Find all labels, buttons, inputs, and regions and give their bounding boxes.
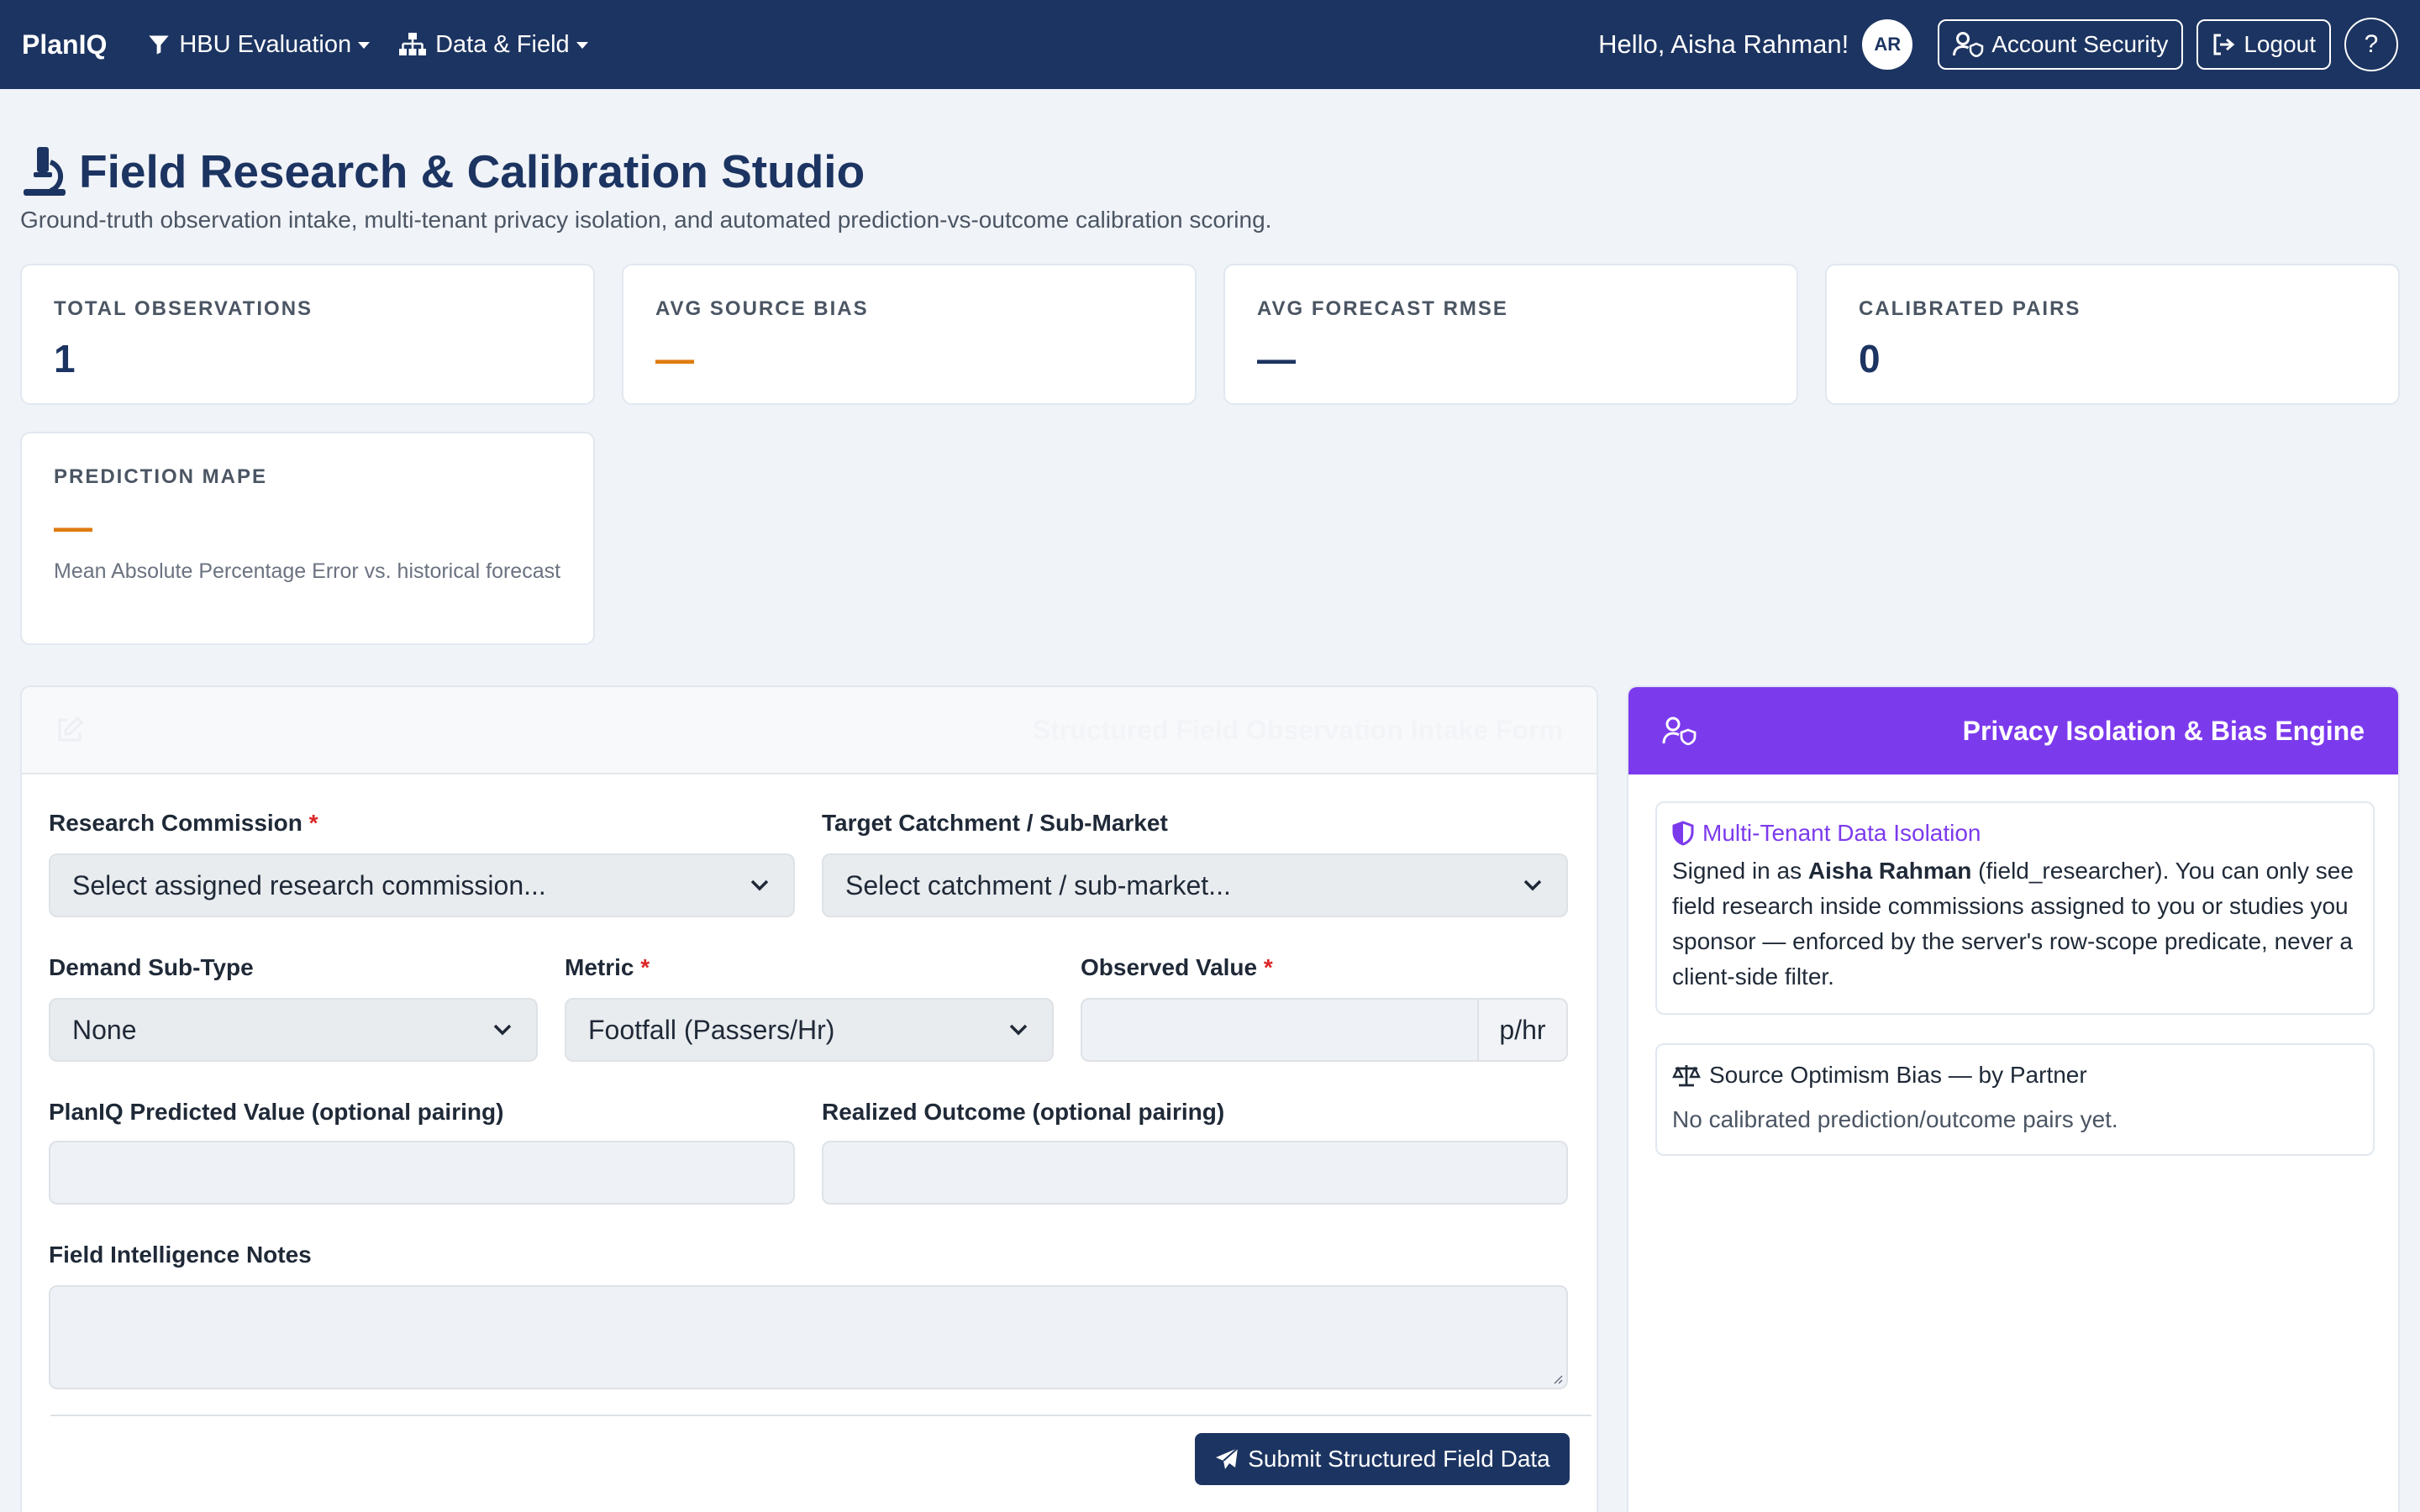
predicted-value-label: PlanIQ Predicted Value (optional pairing… (49, 1099, 504, 1125)
bias-heading-text: Source Optimism Bias — by Partner (1709, 1062, 2087, 1088)
nav-data-field-label: Data & Field (435, 30, 570, 58)
balance-scale-icon (1672, 1065, 1701, 1087)
realized-outcome-input[interactable] (822, 1141, 1568, 1205)
microscope-icon (24, 147, 66, 196)
required-asterisk: * (640, 954, 650, 980)
catchment-label: Target Catchment / Sub-Market (822, 810, 1168, 836)
chevron-down-icon (1009, 1024, 1028, 1036)
edit-icon (58, 716, 84, 742)
nav-user-area: Hello, Aisha Rahman! AR Account Security… (1598, 18, 2398, 71)
stat-label: CALIBRATED PAIRS (1859, 297, 2081, 320)
stat-value: — (1257, 337, 1296, 381)
page-title-text: Field Research & Calibration Studio (79, 145, 865, 197)
stat-description: Mean Absolute Percentage Error vs. histo… (54, 559, 561, 583)
isolation-prefix: Signed in as (1672, 858, 1808, 884)
isolation-heading-text: Multi-Tenant Data Isolation (1702, 820, 1981, 846)
field-notes-label: Field Intelligence Notes (49, 1242, 312, 1268)
stat-avg-source-bias: AVG SOURCE BIAS — (622, 264, 1197, 405)
observed-value-label-text: Observed Value (1081, 954, 1258, 980)
form-card-title: Structured Field Observation Intake Form (1032, 714, 1563, 745)
sitemap-icon (399, 33, 427, 55)
submit-field-data-button[interactable]: Submit Structured Field Data (1195, 1433, 1570, 1485)
caret-down-icon (576, 42, 588, 49)
required-asterisk: * (1263, 954, 1273, 980)
nav-data-field[interactable]: Data & Field (398, 31, 588, 59)
metric-label-text: Metric (565, 954, 634, 980)
user-shield-icon (1662, 717, 1697, 745)
stat-prediction-mape: PREDICTION MAPE — Mean Absolute Percenta… (20, 432, 595, 645)
logout-label: Logout (2244, 31, 2316, 57)
metric-label: Metric * (565, 954, 650, 981)
nav-hbu-label: HBU Evaluation (179, 30, 352, 58)
field-intake-form-card: Structured Field Observation Intake Form… (20, 685, 1598, 1512)
bias-heading: Source Optimism Bias — by Partner (1672, 1062, 2358, 1089)
avatar[interactable]: AR (1862, 19, 1913, 70)
help-button[interactable]: ? (2344, 18, 2398, 71)
privacy-card-header: Privacy Isolation & Bias Engine (1628, 687, 2398, 774)
logout-icon (2213, 34, 2235, 55)
paper-plane-icon (1216, 1447, 1239, 1469)
observed-value-label: Observed Value * (1081, 954, 1273, 981)
stat-value: 0 (1859, 337, 1881, 381)
brand-logo[interactable]: PlanIQ (22, 29, 107, 60)
realized-outcome-label: Realized Outcome (optional pairing) (822, 1099, 1225, 1125)
commission-select-value: Select assigned research commission... (72, 869, 546, 900)
stat-avg-forecast-rmse: AVG FORECAST RMSE — (1223, 264, 1798, 405)
bias-empty-state: No calibrated prediction/outcome pairs y… (1672, 1106, 2118, 1132)
required-asterisk: * (308, 810, 318, 836)
chevron-down-icon (750, 879, 769, 891)
stat-calibrated-pairs: CALIBRATED PAIRS 0 (1825, 264, 2400, 405)
bias-panel: Source Optimism Bias — by Partner No cal… (1655, 1043, 2375, 1156)
field-notes-textarea[interactable] (49, 1285, 1568, 1389)
account-security-label: Account Security (1991, 31, 2169, 57)
stat-label: TOTAL OBSERVATIONS (54, 297, 313, 320)
stat-label: AVG SOURCE BIAS (655, 297, 869, 320)
stat-total-observations: TOTAL OBSERVATIONS 1 (20, 264, 595, 405)
caret-down-icon (358, 42, 371, 49)
user-shield-icon (1953, 32, 1984, 57)
demand-subtype-label: Demand Sub-Type (49, 954, 254, 980)
account-security-button[interactable]: Account Security (1938, 19, 2184, 70)
page-title: Field Research & Calibration Studio (20, 144, 865, 198)
demand-subtype-value: None (72, 1014, 137, 1045)
predicted-value-input[interactable] (49, 1141, 795, 1205)
top-navbar: PlanIQ HBU Evaluation Data & Field Hello… (0, 0, 2420, 89)
stat-value: — (54, 505, 92, 549)
isolation-body: Signed in as Aisha Rahman (field_researc… (1672, 853, 2358, 995)
catchment-select[interactable]: Select catchment / sub-market... (822, 853, 1568, 917)
greeting-text: Hello, Aisha Rahman! (1598, 29, 1849, 59)
metric-select-value: Footfall (Passers/Hr) (588, 1014, 835, 1045)
page-subtitle: Ground-truth observation intake, multi-t… (20, 207, 1272, 233)
stat-label: PREDICTION MAPE (54, 465, 268, 488)
privacy-bias-card: Privacy Isolation & Bias Engine Multi-Te… (1627, 685, 2400, 1512)
stat-value: 1 (54, 337, 76, 381)
stat-label: AVG FORECAST RMSE (1257, 297, 1508, 320)
filter-icon (149, 35, 170, 55)
stat-value: — (655, 337, 694, 381)
observed-value-input[interactable] (1081, 998, 1479, 1062)
logout-button[interactable]: Logout (2196, 19, 2331, 70)
shield-half-icon (1672, 821, 1694, 846)
privacy-card-title: Privacy Isolation & Bias Engine (1962, 715, 2365, 746)
submit-label: Submit Structured Field Data (1248, 1446, 1550, 1472)
resize-handle-icon[interactable] (1551, 1373, 1563, 1384)
chevron-down-icon (493, 1024, 512, 1036)
signed-in-user-name: Aisha Rahman (1807, 858, 1972, 884)
commission-select[interactable]: Select assigned research commission... (49, 853, 795, 917)
isolation-panel: Multi-Tenant Data Isolation Signed in as… (1655, 801, 2375, 1015)
form-divider (50, 1415, 1591, 1416)
chevron-down-icon (1523, 879, 1542, 891)
commission-label: Research Commission * (49, 810, 318, 837)
isolation-heading: Multi-Tenant Data Isolation (1672, 820, 2358, 847)
commission-label-text: Research Commission (49, 810, 302, 836)
form-card-header: Structured Field Observation Intake Form (22, 687, 1597, 774)
nav-hbu-evaluation[interactable]: HBU Evaluation (147, 30, 371, 59)
metric-select[interactable]: Footfall (Passers/Hr) (565, 998, 1054, 1062)
observed-unit-addon: p/hr (1477, 998, 1568, 1062)
demand-subtype-select[interactable]: None (49, 998, 538, 1062)
catchment-select-value: Select catchment / sub-market... (845, 869, 1231, 900)
